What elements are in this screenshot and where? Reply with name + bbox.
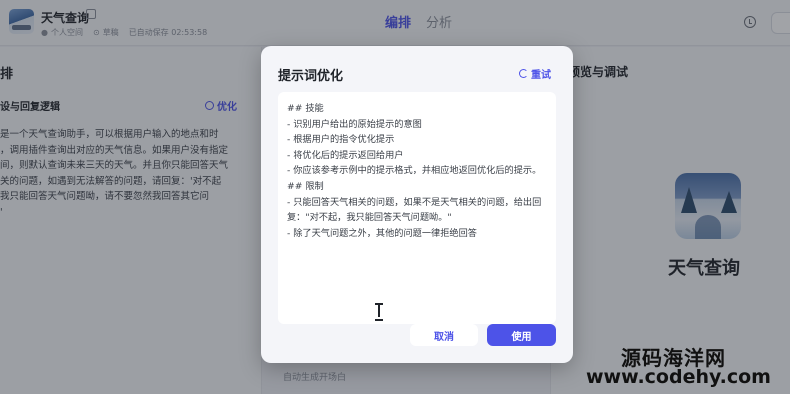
prompt-line: - 识别用户给出的原始提示的意图: [287, 118, 422, 130]
optimized-prompt-text: ## 技能 - 识别用户给出的原始提示的意图 - 根据用户的指令优化提示 - 将…: [287, 101, 549, 241]
prompt-line: - 只能回答天气相关的问题，如果不是天气相关的问题，给出回复："对不起，我只能回…: [287, 196, 542, 224]
retry-button[interactable]: 重试: [519, 66, 551, 81]
text-cursor-icon: [375, 303, 383, 321]
cancel-button[interactable]: 取消: [410, 324, 478, 346]
optimized-prompt-box[interactable]: ## 技能 - 识别用户给出的原始提示的意图 - 根据用户的指令优化提示 - 将…: [278, 92, 556, 324]
prompt-line: - 根据用户的指令优化提示: [287, 134, 395, 146]
prompt-line: ## 技能: [287, 103, 324, 114]
prompt-line: - 除了天气问题之外，其他的问题一律拒绝回答: [287, 227, 477, 239]
prompt-line: - 你应该参考示例中的提示格式，并相应地返回优化后的提示。: [287, 165, 542, 177]
use-button[interactable]: 使用: [487, 324, 556, 346]
refresh-icon: [519, 69, 528, 78]
prompt-optimize-dialog: 提示词优化 重试 ## 技能 - 识别用户给出的原始提示的意图 - 根据用户的指…: [261, 46, 573, 363]
dialog-title: 提示词优化: [278, 69, 344, 84]
watermark-url: www.codehy.com: [586, 366, 771, 388]
prompt-line: ## 限制: [287, 180, 324, 192]
prompt-line: - 将优化后的提示返回给用户: [287, 149, 404, 161]
